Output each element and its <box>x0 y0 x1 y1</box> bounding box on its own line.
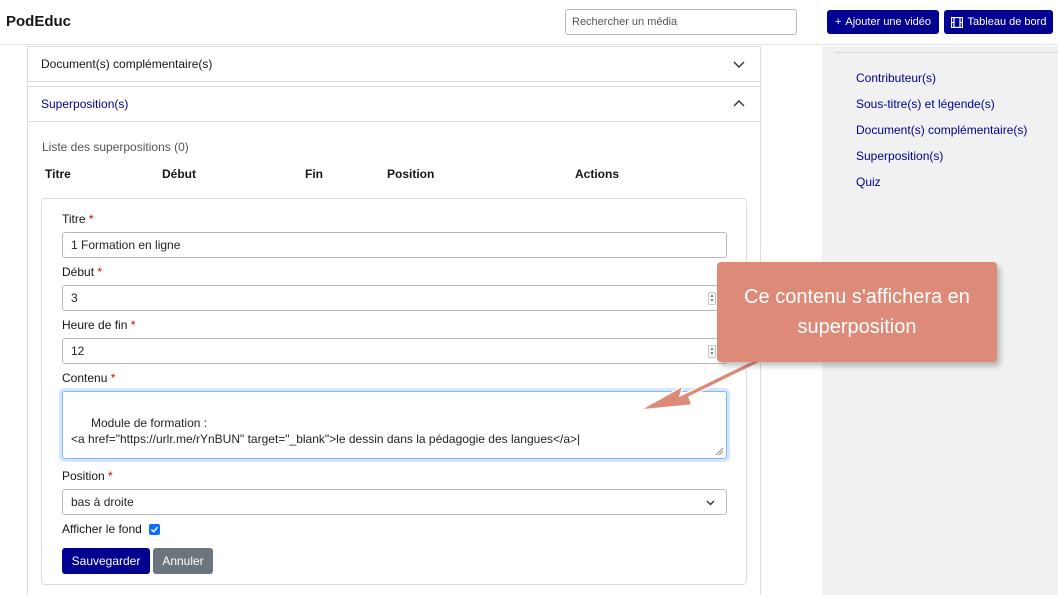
sidebar-item-subtitles[interactable]: Sous-titre(s) et légende(s) <box>856 97 995 111</box>
column-header-start: Début <box>162 167 196 181</box>
sidebar-item-overlays[interactable]: Superposition(s) <box>856 149 943 163</box>
sidebar-item-quiz[interactable]: Quiz <box>856 175 881 189</box>
content-value: Module de formation : <a href="https://u… <box>71 416 581 446</box>
position-select[interactable]: bas à droite <box>62 489 727 515</box>
check-icon <box>150 526 159 533</box>
accordion-documents-header[interactable]: Document(s) complémentaire(s) <box>28 46 760 82</box>
title-label: Titre * <box>62 212 94 226</box>
content-textarea[interactable]: Module de formation : <a href="https://u… <box>62 391 727 459</box>
chevron-down-icon <box>733 61 745 68</box>
accordion-documents-label: Document(s) complémentaire(s) <box>41 57 213 71</box>
search-input[interactable] <box>565 9 797 35</box>
film-icon <box>950 16 963 28</box>
background-checkbox[interactable] <box>149 524 160 535</box>
number-spinner-icon[interactable]: ▲ ▼ <box>708 345 716 358</box>
resize-handle-icon[interactable] <box>715 447 724 456</box>
column-header-position: Position <box>387 167 435 181</box>
sidebar-item-documents[interactable]: Document(s) complémentaire(s) <box>856 123 1027 137</box>
start-value: 3 <box>71 291 78 305</box>
sidebar-divider <box>836 52 1058 53</box>
accordion-overlays-header[interactable]: Superposition(s) <box>28 86 760 122</box>
brand-logo[interactable]: PodEduc <box>6 13 71 30</box>
overlay-list-title: Liste des superpositions (0) <box>42 140 189 154</box>
add-video-label: Ajouter une vidéo <box>845 16 932 28</box>
main-panel: Document(s) complémentaire(s) Superposit… <box>27 46 761 595</box>
content-label: Contenu * <box>62 371 116 385</box>
start-input[interactable]: 3 ▲ ▼ <box>62 285 727 311</box>
plus-icon: + <box>834 16 842 28</box>
start-label: Début * <box>62 265 103 279</box>
save-button[interactable]: Sauvegarder <box>62 548 150 574</box>
sidebar-item-contributors[interactable]: Contributeur(s) <box>856 71 936 85</box>
end-input[interactable]: 12 ▲ ▼ <box>62 338 727 364</box>
end-value: 12 <box>71 344 85 358</box>
column-header-actions: Actions <box>575 167 620 181</box>
end-label: Heure de fin * <box>62 318 136 332</box>
background-label: Afficher le fond <box>62 522 142 536</box>
add-video-button[interactable]: + Ajouter une vidéo <box>827 10 939 34</box>
dashboard-button[interactable]: Tableau de bord <box>944 10 1053 34</box>
number-spinner-icon[interactable]: ▲ ▼ <box>708 292 716 305</box>
annotation-callout: Ce contenu s'affichera en superposition <box>717 262 997 362</box>
overlay-form: Titre * 1 Formation en ligne Début * 3 ▲… <box>41 198 747 585</box>
column-header-title: Titre <box>45 167 71 181</box>
chevron-down-icon <box>706 500 715 506</box>
position-label: Position * <box>62 469 113 483</box>
chevron-up-icon <box>733 100 745 107</box>
top-bar: PodEduc + Ajouter une vidéo Tableau de b… <box>0 0 1058 45</box>
accordion-overlays-label: Superposition(s) <box>41 97 129 111</box>
cancel-button[interactable]: Annuler <box>153 548 213 574</box>
position-value: bas à droite <box>71 495 134 509</box>
dashboard-label: Tableau de bord <box>967 16 1047 28</box>
title-input[interactable]: 1 Formation en ligne <box>62 232 727 258</box>
column-header-end: Fin <box>305 167 323 181</box>
